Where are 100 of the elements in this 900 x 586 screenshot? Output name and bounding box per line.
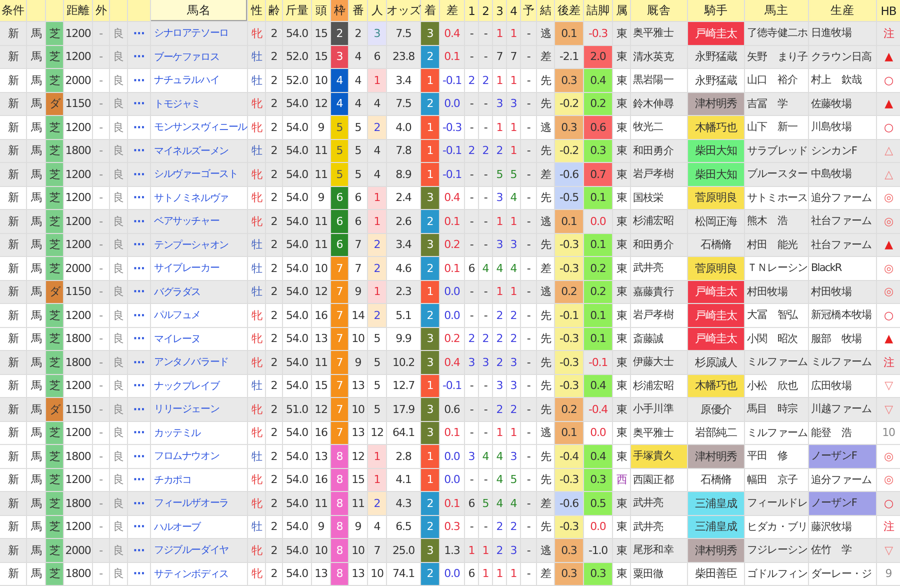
table-cell: 54.0 <box>283 492 312 514</box>
horse-name-link[interactable]: ブーケファロス <box>151 46 248 68</box>
table-cell: 新 <box>0 492 27 514</box>
table-cell: - <box>465 186 479 209</box>
table-cell: -0.3 <box>584 22 613 44</box>
table-cell: ダ <box>46 92 64 115</box>
table-cell: クラウン日高 <box>809 46 877 68</box>
horse-name-link[interactable]: サイブレーカー <box>151 257 248 280</box>
horse-name-link[interactable]: アンタノバラード <box>151 351 248 374</box>
horse-name-link[interactable]: ナックブレイブ <box>151 374 248 397</box>
ellipsis-link[interactable]: ··· <box>128 116 151 138</box>
ellipsis-link[interactable]: ··· <box>128 398 151 420</box>
horse-name-link[interactable]: シナロアテソーロ <box>151 22 248 44</box>
horse-name-link[interactable]: フロムナウオン <box>151 445 248 468</box>
table-cell: 2 <box>266 257 283 280</box>
ellipsis-link[interactable]: ··· <box>128 69 151 92</box>
horse-name-link[interactable]: ベアサッチャー <box>151 210 248 232</box>
ellipsis-link[interactable]: ··· <box>128 22 151 44</box>
table-cell: 2 <box>266 516 283 538</box>
table-cell: 芝 <box>46 351 64 374</box>
ellipsis-link[interactable]: ··· <box>128 257 151 280</box>
table-cell-text: ○ <box>883 496 894 512</box>
horse-name-link[interactable]: トモジャミ <box>151 92 248 115</box>
ellipsis-link[interactable]: ··· <box>128 492 151 514</box>
ellipsis-link[interactable]: ··· <box>128 422 151 444</box>
ellipsis-link[interactable]: ··· <box>128 210 151 232</box>
table-cell: - <box>521 257 537 280</box>
table-cell: ヒダカ・ブリ <box>745 516 809 538</box>
table-cell: -0.3 <box>555 374 584 397</box>
ellipsis-link[interactable]: ··· <box>128 516 151 538</box>
horse-name-link[interactable]: サティンボディス <box>151 562 248 585</box>
table-cell: 3 <box>493 92 507 115</box>
horse-name-link[interactable]: モンサンスヴィニール <box>151 116 248 138</box>
table-cell: - <box>93 280 110 303</box>
horse-name-link[interactable]: マイネルズーメン <box>151 140 248 162</box>
table-cell: 1 <box>507 140 521 162</box>
ellipsis-link[interactable]: ··· <box>128 92 151 115</box>
table-cell: 1 <box>493 562 507 585</box>
horse-name-link[interactable]: シルヴァーゴースト <box>151 163 248 186</box>
ellipsis-link[interactable]: ··· <box>128 539 151 562</box>
ellipsis-link[interactable]: ··· <box>128 140 151 162</box>
ellipsis-link[interactable]: ··· <box>128 374 151 397</box>
ellipsis-link[interactable]: ··· <box>128 351 151 374</box>
horse-name-link[interactable]: フィールザオーラ <box>151 492 248 514</box>
table-cell: 良 <box>110 163 128 186</box>
table-cell: 6 <box>465 257 479 280</box>
table-cell: 芝 <box>46 445 64 468</box>
table-cell: 東 <box>613 69 631 92</box>
table-cell: 0.3 <box>555 69 584 92</box>
table-cell: 3 <box>421 539 440 562</box>
table-cell: - <box>93 257 110 280</box>
horse-name-link[interactable]: バグラダス <box>151 280 248 303</box>
table-cell: 東 <box>613 422 631 444</box>
table-cell: 3 <box>507 374 521 397</box>
table-cell: 54.0 <box>283 116 312 138</box>
table-cell: 0.1 <box>584 234 613 256</box>
ellipsis-link[interactable]: ··· <box>128 234 151 256</box>
table-cell: 1200 <box>64 304 93 326</box>
ellipsis-link[interactable]: ··· <box>128 468 151 491</box>
table-cell: ダ <box>46 398 64 420</box>
table-cell: 新 <box>0 92 27 115</box>
table-cell: - <box>521 234 537 256</box>
table-cell: 3 <box>465 445 479 468</box>
table-cell: 川島牧場 <box>809 116 877 138</box>
horse-name-link[interactable]: ナチュラルハイ <box>151 69 248 92</box>
table-cell: - <box>465 374 479 397</box>
horse-name-link[interactable]: サトノミネルヴァ <box>151 186 248 209</box>
horse-name-link[interactable]: フジブルーダイヤ <box>151 539 248 562</box>
horse-name-link[interactable]: カッテミル <box>151 422 248 444</box>
horse-name-link[interactable]: マイレーヌ <box>151 328 248 350</box>
horse-name-link[interactable]: リリージェーン <box>151 398 248 420</box>
table-cell: 54.0 <box>283 163 312 186</box>
horse-name-link[interactable]: テンプーシャオン <box>151 234 248 256</box>
table-cell: 54.0 <box>283 516 312 538</box>
ellipsis-link[interactable]: ··· <box>128 163 151 186</box>
table-cell: 2 <box>266 562 283 585</box>
table-cell: 2 <box>493 351 507 374</box>
table-cell: 8 <box>331 492 349 514</box>
ellipsis-link[interactable]: ··· <box>128 328 151 350</box>
ellipsis-link[interactable]: ··· <box>128 562 151 585</box>
table-cell: 牡 <box>248 374 266 397</box>
table-cell: 0.1 <box>440 257 465 280</box>
ellipsis-link[interactable]: ··· <box>128 445 151 468</box>
table-cell: 0.2 <box>555 398 584 420</box>
column-header: 予 <box>521 0 537 21</box>
horse-name-link[interactable]: チカポコ <box>151 468 248 491</box>
ellipsis-link[interactable]: ··· <box>128 280 151 303</box>
ellipsis-link[interactable]: ··· <box>128 186 151 209</box>
table-cell: 0.4 <box>440 22 465 44</box>
ellipsis-link[interactable]: ··· <box>128 304 151 326</box>
ellipsis-link[interactable]: ··· <box>128 46 151 68</box>
table-cell: 7 <box>331 304 349 326</box>
table-cell: 良 <box>110 562 128 585</box>
table-cell: 牝 <box>248 328 266 350</box>
table-cell: -0.1 <box>440 163 465 186</box>
table-cell: 2 <box>266 69 283 92</box>
horse-name-link[interactable]: ハルオーブ <box>151 516 248 538</box>
table-cell: 4 <box>493 257 507 280</box>
table-cell: 良 <box>110 422 128 444</box>
horse-name-link[interactable]: パルフュメ <box>151 304 248 326</box>
